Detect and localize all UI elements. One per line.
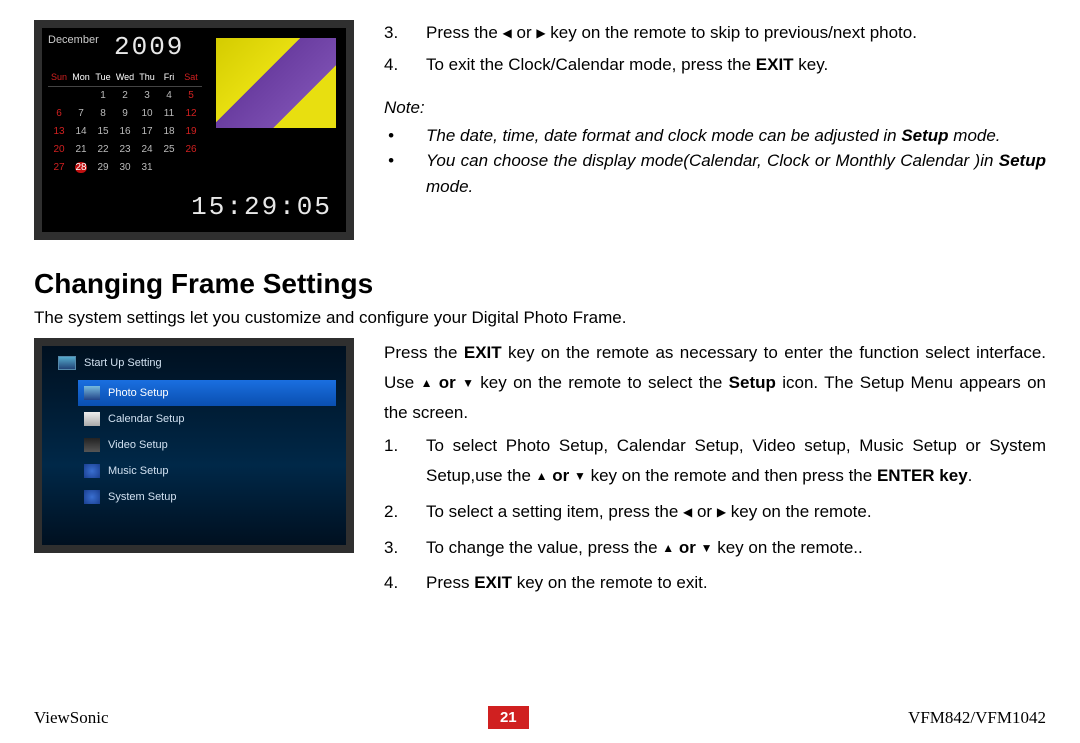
bstep-1: 1.To select Photo Setup, Calendar Setup,… bbox=[384, 431, 1046, 491]
video-icon bbox=[84, 438, 100, 452]
bstep-4: 4.Press EXIT key on the remote to exit. bbox=[384, 568, 1046, 598]
setup-item-music: Music Setup bbox=[78, 458, 336, 484]
calendar-month: December bbox=[48, 34, 99, 46]
setup-item-photo: Photo Setup bbox=[78, 380, 336, 406]
setup-header: Start Up Setting bbox=[52, 356, 336, 370]
setup-paragraph: Press the EXIT key on the remote as nece… bbox=[384, 338, 1046, 427]
calendar-photo-thumb bbox=[216, 38, 336, 128]
photo-icon bbox=[84, 386, 100, 400]
footer-model: VFM842/VFM1042 bbox=[908, 708, 1046, 728]
step-4: 4. To exit the Clock/Calendar mode, pres… bbox=[384, 52, 1046, 78]
right-icon: ▶ bbox=[536, 24, 545, 42]
step-3: 3. Press the ◀ or ▶ key on the remote to… bbox=[384, 20, 1046, 46]
calendar-time: 15:29:05 bbox=[191, 192, 332, 222]
setup-item-system: System Setup bbox=[78, 484, 336, 510]
calendar-icon bbox=[84, 412, 100, 426]
calendar-grid: Sun MonTue WedThu FriSat 12345 678910111… bbox=[48, 68, 202, 176]
left-icon: ◀ bbox=[503, 24, 512, 42]
footer-brand: ViewSonic bbox=[34, 708, 109, 728]
up-icon: ▲ bbox=[421, 373, 433, 394]
bstep-2: 2.To select a setting item, press the ◀ … bbox=[384, 497, 1046, 527]
music-icon bbox=[84, 464, 100, 478]
bstep-3: 3.To change the value, press the ▲ or ▼ … bbox=[384, 533, 1046, 563]
section-title: Changing Frame Settings bbox=[34, 268, 1046, 300]
setup-item-calendar: Calendar Setup bbox=[78, 406, 336, 432]
intro-text: The system settings let you customize an… bbox=[34, 308, 1046, 328]
note-block: Note: •The date, time, date format and c… bbox=[384, 95, 1046, 199]
page-number: 21 bbox=[488, 706, 529, 729]
system-icon bbox=[84, 490, 100, 504]
calendar-screenshot: December 2009 Sun MonTue WedThu FriSat 1… bbox=[34, 20, 354, 240]
monitor-icon bbox=[58, 356, 76, 370]
setup-screenshot: Start Up Setting Photo Setup Calendar Se… bbox=[34, 338, 354, 553]
calendar-year: 2009 bbox=[114, 32, 184, 62]
setup-item-video: Video Setup bbox=[78, 432, 336, 458]
down-icon: ▼ bbox=[462, 373, 474, 394]
